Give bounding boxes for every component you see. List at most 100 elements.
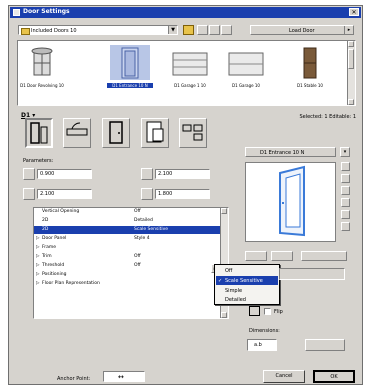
dimensions-options-button[interactable] — [305, 339, 345, 351]
sill-field[interactable]: 2.100 — [155, 169, 210, 179]
flip-checkbox[interactable] — [264, 308, 271, 315]
preview-play-button[interactable] — [341, 210, 350, 219]
preview-zoom-button[interactable] — [341, 222, 350, 231]
expand-icon[interactable]: ▷ — [36, 271, 39, 279]
row-name: Floor Plan Representation — [42, 281, 100, 286]
library-panel[interactable]: D1 Door Revolving 10 D1 Entrance 10 N D1… — [17, 40, 356, 106]
load-door-label: Load Door — [289, 28, 315, 34]
right-panel-button-1[interactable] — [245, 251, 267, 261]
cancel-button[interactable]: Cancel — [263, 370, 305, 383]
table-row[interactable]: Vertical Opening Off — [34, 208, 220, 216]
value-dropdown-menu[interactable]: Off ✓ Scale Sensitive Simple Detailed — [214, 264, 280, 305]
library-item-garage2[interactable] — [226, 45, 266, 80]
row-name: Door Panel — [42, 236, 67, 241]
library-combo[interactable]: Included Doors 10 ▼ — [18, 25, 178, 35]
scroll-up-arrow[interactable] — [348, 41, 354, 47]
dropdown-option-selected[interactable]: ✓ Scale Sensitive — [216, 276, 278, 285]
ok-button[interactable]: OK — [313, 370, 355, 383]
folder-icon — [21, 28, 30, 35]
table-row[interactable]: 2D Detailed — [34, 217, 220, 225]
preview-plan-button[interactable] — [341, 174, 350, 183]
scroll-thumb[interactable] — [348, 49, 354, 69]
row-name: Vertical Opening — [42, 209, 80, 214]
table-row[interactable]: ▷ Floor Plan Representation — [34, 280, 220, 288]
dimensions-button[interactable]: a.b — [247, 339, 277, 351]
door-settings-dialog: Door Settings ✕ Included Doors 10 ▼ Load… — [8, 5, 363, 385]
load-door-button[interactable]: Load Door ▸ — [250, 25, 354, 35]
scroll-down-arrow[interactable] — [221, 312, 227, 318]
dropdown-option[interactable]: Detailed — [216, 295, 278, 304]
expand-icon[interactable]: ▷ — [36, 253, 39, 261]
panel-tab-button[interactable] — [102, 118, 130, 148]
head-field[interactable]: 1.800 — [155, 189, 210, 199]
dropdown-option[interactable]: Off — [216, 266, 278, 275]
anchor-point-label: Anchor Point: — [57, 376, 91, 382]
library-item-entrance[interactable] — [110, 45, 150, 80]
option-label: Simple — [225, 288, 243, 294]
library-item-label: D1 Garage 10 — [232, 83, 260, 88]
expand-icon[interactable]: ▷ — [36, 280, 39, 288]
row-name: Positioning — [42, 272, 67, 277]
library-item-label: D1 Garage 1 10 — [174, 83, 206, 88]
table-row-selected[interactable]: 2D Scale Sensitive — [34, 226, 220, 234]
listing-tab-button[interactable] — [141, 118, 169, 148]
preview-section-button[interactable] — [341, 186, 350, 195]
right-panel-field[interactable] — [279, 268, 345, 280]
plan-tab-button[interactable] — [63, 118, 91, 148]
mirror-icon — [249, 306, 260, 316]
geometry-tab-button[interactable] — [25, 118, 53, 148]
expand-icon[interactable]: ▷ — [36, 244, 39, 252]
view-icons-button[interactable] — [197, 25, 208, 35]
view-list-button[interactable] — [209, 25, 220, 35]
anchor-point-selector[interactable]: ↔ — [103, 371, 145, 382]
table-row[interactable]: ▷ Threshold Off — [34, 262, 220, 270]
library-item-label-selected: D1 Entrance 10 N — [107, 83, 153, 88]
door-preview — [245, 162, 336, 242]
library-item-revolving[interactable] — [22, 45, 62, 80]
library-item-stable[interactable] — [290, 45, 330, 80]
revolving-door-icon — [31, 47, 53, 76]
preview-combo[interactable]: D1 Entrance 10 N — [245, 147, 336, 157]
scroll-down-arrow[interactable] — [348, 99, 354, 105]
table-row[interactable]: ▷ Positioning — [34, 271, 220, 279]
stable-door-icon — [303, 47, 317, 79]
table-row[interactable]: ▷ Door Panel Style 4 — [34, 235, 220, 243]
window-title: Door Settings — [23, 8, 70, 15]
label-tab-button[interactable] — [179, 118, 207, 148]
library-item-garage1[interactable] — [170, 45, 210, 80]
height-field[interactable]: 2.100 — [37, 189, 92, 199]
head-icon — [141, 188, 153, 200]
entrance-door-icon — [121, 47, 139, 79]
row-value: Scale Sensitive — [134, 227, 169, 232]
preview-options-button[interactable]: ▾ — [340, 147, 350, 157]
sill-value: 2.100 — [158, 171, 173, 177]
row-name: 2D — [42, 218, 49, 223]
expand-icon[interactable]: ▷ — [36, 235, 39, 243]
table-row[interactable]: ▷ Trim Off — [34, 253, 220, 261]
library-scrollbar[interactable] — [347, 41, 355, 105]
dropdown-option[interactable]: Simple — [216, 286, 278, 295]
option-label: Scale Sensitive — [225, 278, 263, 284]
row-name: Threshold — [42, 263, 65, 268]
preview-3d-button[interactable] — [341, 162, 350, 171]
door-panel-icon — [109, 121, 123, 144]
view-grid-button[interactable] — [221, 25, 232, 35]
row-value: Style 4 — [134, 236, 150, 241]
width-icon — [23, 168, 35, 180]
width-field[interactable]: 0.900 — [37, 169, 92, 179]
scroll-up-arrow[interactable] — [221, 208, 227, 214]
chevron-down-icon[interactable]: ▼ — [168, 26, 177, 34]
door-geometry-icon — [30, 122, 48, 144]
right-panel-button-3[interactable] — [301, 251, 347, 261]
preview-elevation-button[interactable] — [341, 198, 350, 207]
title-bar[interactable]: Door Settings ✕ — [10, 7, 361, 18]
parameter-table[interactable]: Vertical Opening Off 2D Detailed 2D Scale S… — [33, 207, 229, 319]
open-folder-icon[interactable] — [183, 25, 194, 35]
row-value: Off — [134, 209, 141, 214]
table-row[interactable]: ▷ Frame — [34, 244, 220, 252]
expand-icon[interactable]: ▷ — [36, 262, 39, 270]
close-button[interactable]: ✕ — [349, 8, 359, 16]
row-value: Detailed — [134, 218, 153, 223]
library-item-label: D1 Stable 10 — [297, 83, 323, 88]
right-panel-button-2[interactable] — [271, 251, 293, 261]
